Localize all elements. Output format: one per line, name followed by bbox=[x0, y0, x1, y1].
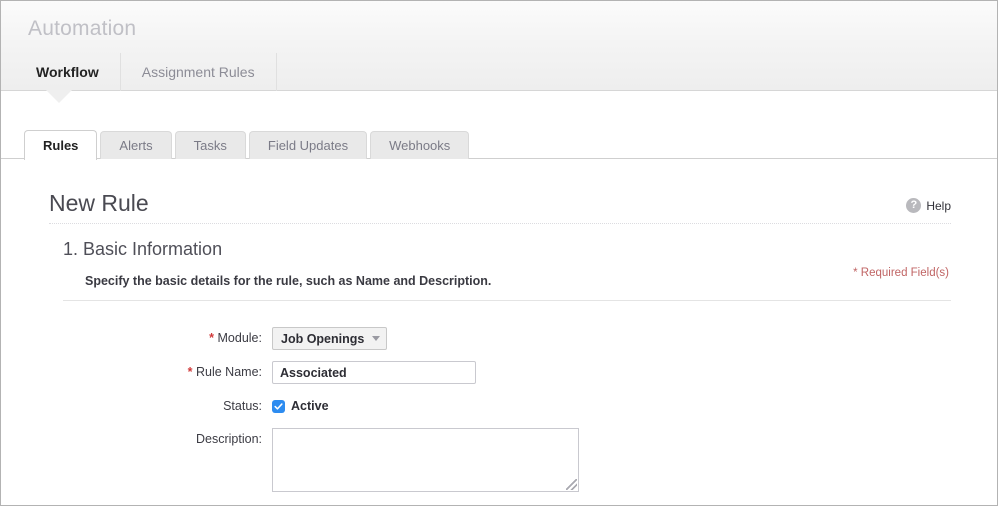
rule-name-required-star: * bbox=[188, 365, 193, 379]
active-tab-pointer-icon bbox=[46, 90, 72, 103]
checkbox-checked-icon[interactable] bbox=[272, 400, 285, 413]
subtab-list: Rules Alerts Tasks Field Updates Webhook… bbox=[24, 130, 472, 159]
subtab-webhooks[interactable]: Webhooks bbox=[370, 131, 469, 159]
status-active-label: Active bbox=[291, 399, 329, 413]
module-label-text: Module: bbox=[218, 331, 262, 345]
subtab-webhooks-label: Webhooks bbox=[389, 138, 450, 153]
chevron-down-icon bbox=[372, 336, 380, 341]
form-row-module: * Module: Job Openings bbox=[1, 327, 997, 350]
section-description: Specify the basic details for the rule, … bbox=[85, 274, 491, 288]
subtab-tasks[interactable]: Tasks bbox=[175, 131, 246, 159]
rule-name-label-text: Rule Name: bbox=[196, 365, 262, 379]
question-mark-icon: ? bbox=[906, 198, 921, 213]
app-header: Automation Workflow Assignment Rules bbox=[1, 1, 997, 91]
module-dropdown-value: Job Openings bbox=[281, 332, 364, 346]
form-row-status: Status: Active bbox=[1, 395, 997, 417]
form-row-description: Description: bbox=[1, 428, 997, 492]
form-row-rule-name: * Rule Name: bbox=[1, 361, 997, 384]
module-dropdown[interactable]: Job Openings bbox=[272, 327, 387, 350]
help-link[interactable]: ? Help bbox=[906, 198, 951, 213]
subtab-alerts[interactable]: Alerts bbox=[100, 131, 171, 159]
module-tab-workflow-label: Workflow bbox=[36, 64, 99, 80]
description-textarea-box[interactable] bbox=[272, 428, 579, 492]
subtab-field-updates-label: Field Updates bbox=[268, 138, 348, 153]
app-title: Automation bbox=[28, 17, 136, 41]
subtab-rules[interactable]: Rules bbox=[24, 130, 97, 160]
module-required-star: * bbox=[209, 331, 214, 345]
module-tab-workflow[interactable]: Workflow bbox=[24, 53, 121, 91]
subtab-rules-label: Rules bbox=[43, 138, 78, 153]
rule-name-label: * Rule Name: bbox=[1, 361, 272, 383]
status-active-checkbox-wrap[interactable]: Active bbox=[272, 395, 329, 417]
basic-information-form: * Module: Job Openings * Rule Name: Stat… bbox=[1, 327, 997, 503]
subtab-alerts-label: Alerts bbox=[119, 138, 152, 153]
section-title: 1. Basic Information bbox=[63, 239, 222, 260]
description-label: Description: bbox=[1, 428, 272, 450]
module-tab-bar: Workflow Assignment Rules bbox=[24, 53, 277, 91]
module-tab-assignment-rules[interactable]: Assignment Rules bbox=[121, 53, 277, 91]
automation-page: Automation Workflow Assignment Rules Rul… bbox=[0, 0, 998, 506]
subtab-field-updates[interactable]: Field Updates bbox=[249, 131, 367, 159]
status-label: Status: bbox=[1, 395, 272, 417]
title-divider bbox=[49, 223, 951, 224]
section-divider bbox=[63, 300, 951, 301]
rule-name-input[interactable] bbox=[272, 361, 476, 384]
subtab-tasks-label: Tasks bbox=[194, 138, 227, 153]
module-label: * Module: bbox=[1, 327, 272, 349]
page-title: New Rule bbox=[49, 190, 149, 217]
resize-handle-icon[interactable] bbox=[566, 479, 577, 490]
help-link-label: Help bbox=[926, 199, 951, 213]
subtab-bar: Rules Alerts Tasks Field Updates Webhook… bbox=[1, 130, 997, 159]
required-fields-note: * Required Field(s) bbox=[853, 267, 949, 279]
module-tab-assignment-rules-label: Assignment Rules bbox=[142, 64, 255, 80]
